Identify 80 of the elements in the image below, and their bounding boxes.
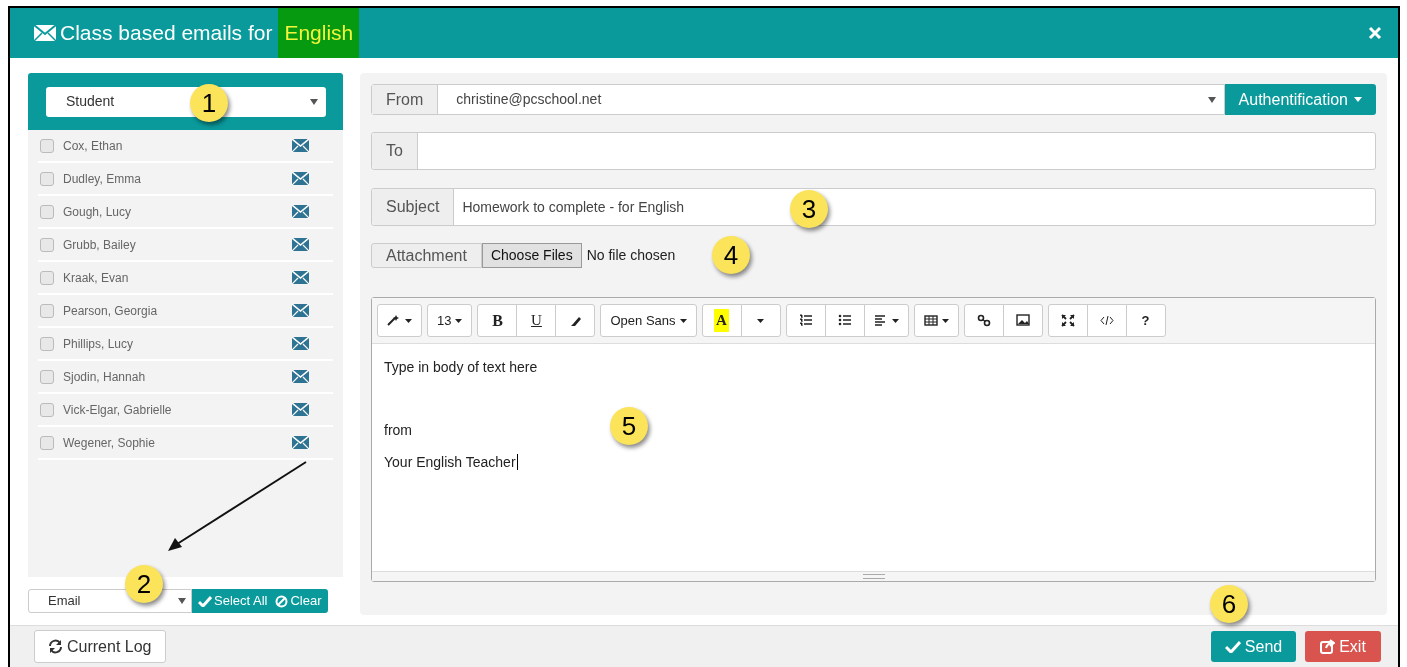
envelope-icon[interactable] [292,271,309,284]
fullscreen-button[interactable] [1047,304,1088,337]
file-status: No file chosen [586,246,676,265]
checkbox[interactable] [40,369,54,384]
exit-button[interactable]: Exit [1305,631,1381,662]
student-name: Kraak, Evan [63,269,130,287]
to-field[interactable]: To [371,132,1376,170]
student-name: Cox, Ethan [63,137,124,155]
refresh-icon [48,639,63,654]
checkbox[interactable] [40,204,54,219]
check-icon [198,595,212,607]
student-name: Pearson, Georgia [63,302,159,320]
caret-icon [757,318,764,323]
bold-button[interactable]: B [477,304,518,337]
checkbox[interactable] [40,303,54,318]
highlight-button[interactable]: A [701,304,742,337]
checkbox[interactable] [40,435,54,450]
checkbox[interactable] [40,336,54,351]
student-name: Phillips, Lucy [63,335,135,353]
share-icon [1320,639,1336,654]
caret-icon [310,98,318,105]
student-name: Grubb, Bailey [63,236,137,254]
link-button[interactable] [963,304,1004,337]
caret-icon [178,598,186,604]
clear-format-button[interactable] [555,304,596,337]
code-icon [1099,314,1114,327]
caret-icon [1354,97,1362,102]
checkbox[interactable] [40,402,54,417]
align-left-icon [873,314,888,327]
envelope-icon[interactable] [292,238,309,251]
fullscreen-icon [1060,314,1075,327]
caret-icon [1207,96,1216,103]
student-name: Sjodin, Hannah [63,368,147,386]
checkbox[interactable] [40,237,54,252]
ban-icon [275,594,289,608]
student-name: Wegener, Sophie [63,434,156,452]
student-name: Dudley, Emma [63,170,142,188]
table-icon [923,314,938,327]
envelope-icon[interactable] [292,172,309,185]
style-button[interactable] [377,304,422,337]
magic-wand-icon [387,314,401,327]
dropdown-button[interactable]: 13 [427,304,473,337]
resize-handle[interactable] [862,574,885,579]
checkbox[interactable] [40,138,54,153]
checkbox[interactable] [40,171,54,186]
picture-icon [1015,314,1030,327]
picture-button[interactable] [1002,304,1043,337]
align-button[interactable] [863,304,909,337]
color-dropdown-button[interactable] [740,304,781,337]
body-text: from [384,422,412,438]
checkbox[interactable] [40,270,54,285]
link-icon [976,314,991,327]
body-text: Your English Teacher [384,454,518,470]
envelope-icon[interactable] [292,139,309,152]
check-icon [1224,640,1241,653]
table-button[interactable] [913,304,959,337]
attachment-label: Attachment [371,243,482,268]
bullet-list-icon [837,314,852,327]
from-field[interactable]: From christine@pcschool.net [371,84,1225,115]
underline-button[interactable]: U [516,304,557,337]
help-button[interactable]: ? [1125,304,1166,337]
student-name: Vick-Elgar, Gabrielle [63,401,173,419]
envelope-icon[interactable] [292,337,309,350]
bullet-list-button[interactable] [824,304,865,337]
choose-files-button[interactable]: Choose Files [481,243,582,268]
envelope-icon[interactable] [292,403,309,416]
student-name: Gough, Lucy [63,203,133,221]
envelope-icon[interactable] [292,304,309,317]
envelope-icon[interactable] [292,370,309,383]
body-text: Type in body of text here [384,359,538,375]
current-log-button[interactable]: Current Log [34,630,166,663]
close-icon[interactable] [1368,26,1382,40]
dialog-title: Class based emails for [60,20,273,47]
envelope-icon [34,25,56,41]
envelope-icon[interactable] [292,205,309,218]
dropdown-button[interactable]: Open Sans [600,304,697,337]
numbered-list-button[interactable] [785,304,826,337]
numbered-list-icon [798,314,813,327]
envelope-icon[interactable] [292,436,309,449]
class-name-highlight: English [278,8,360,58]
